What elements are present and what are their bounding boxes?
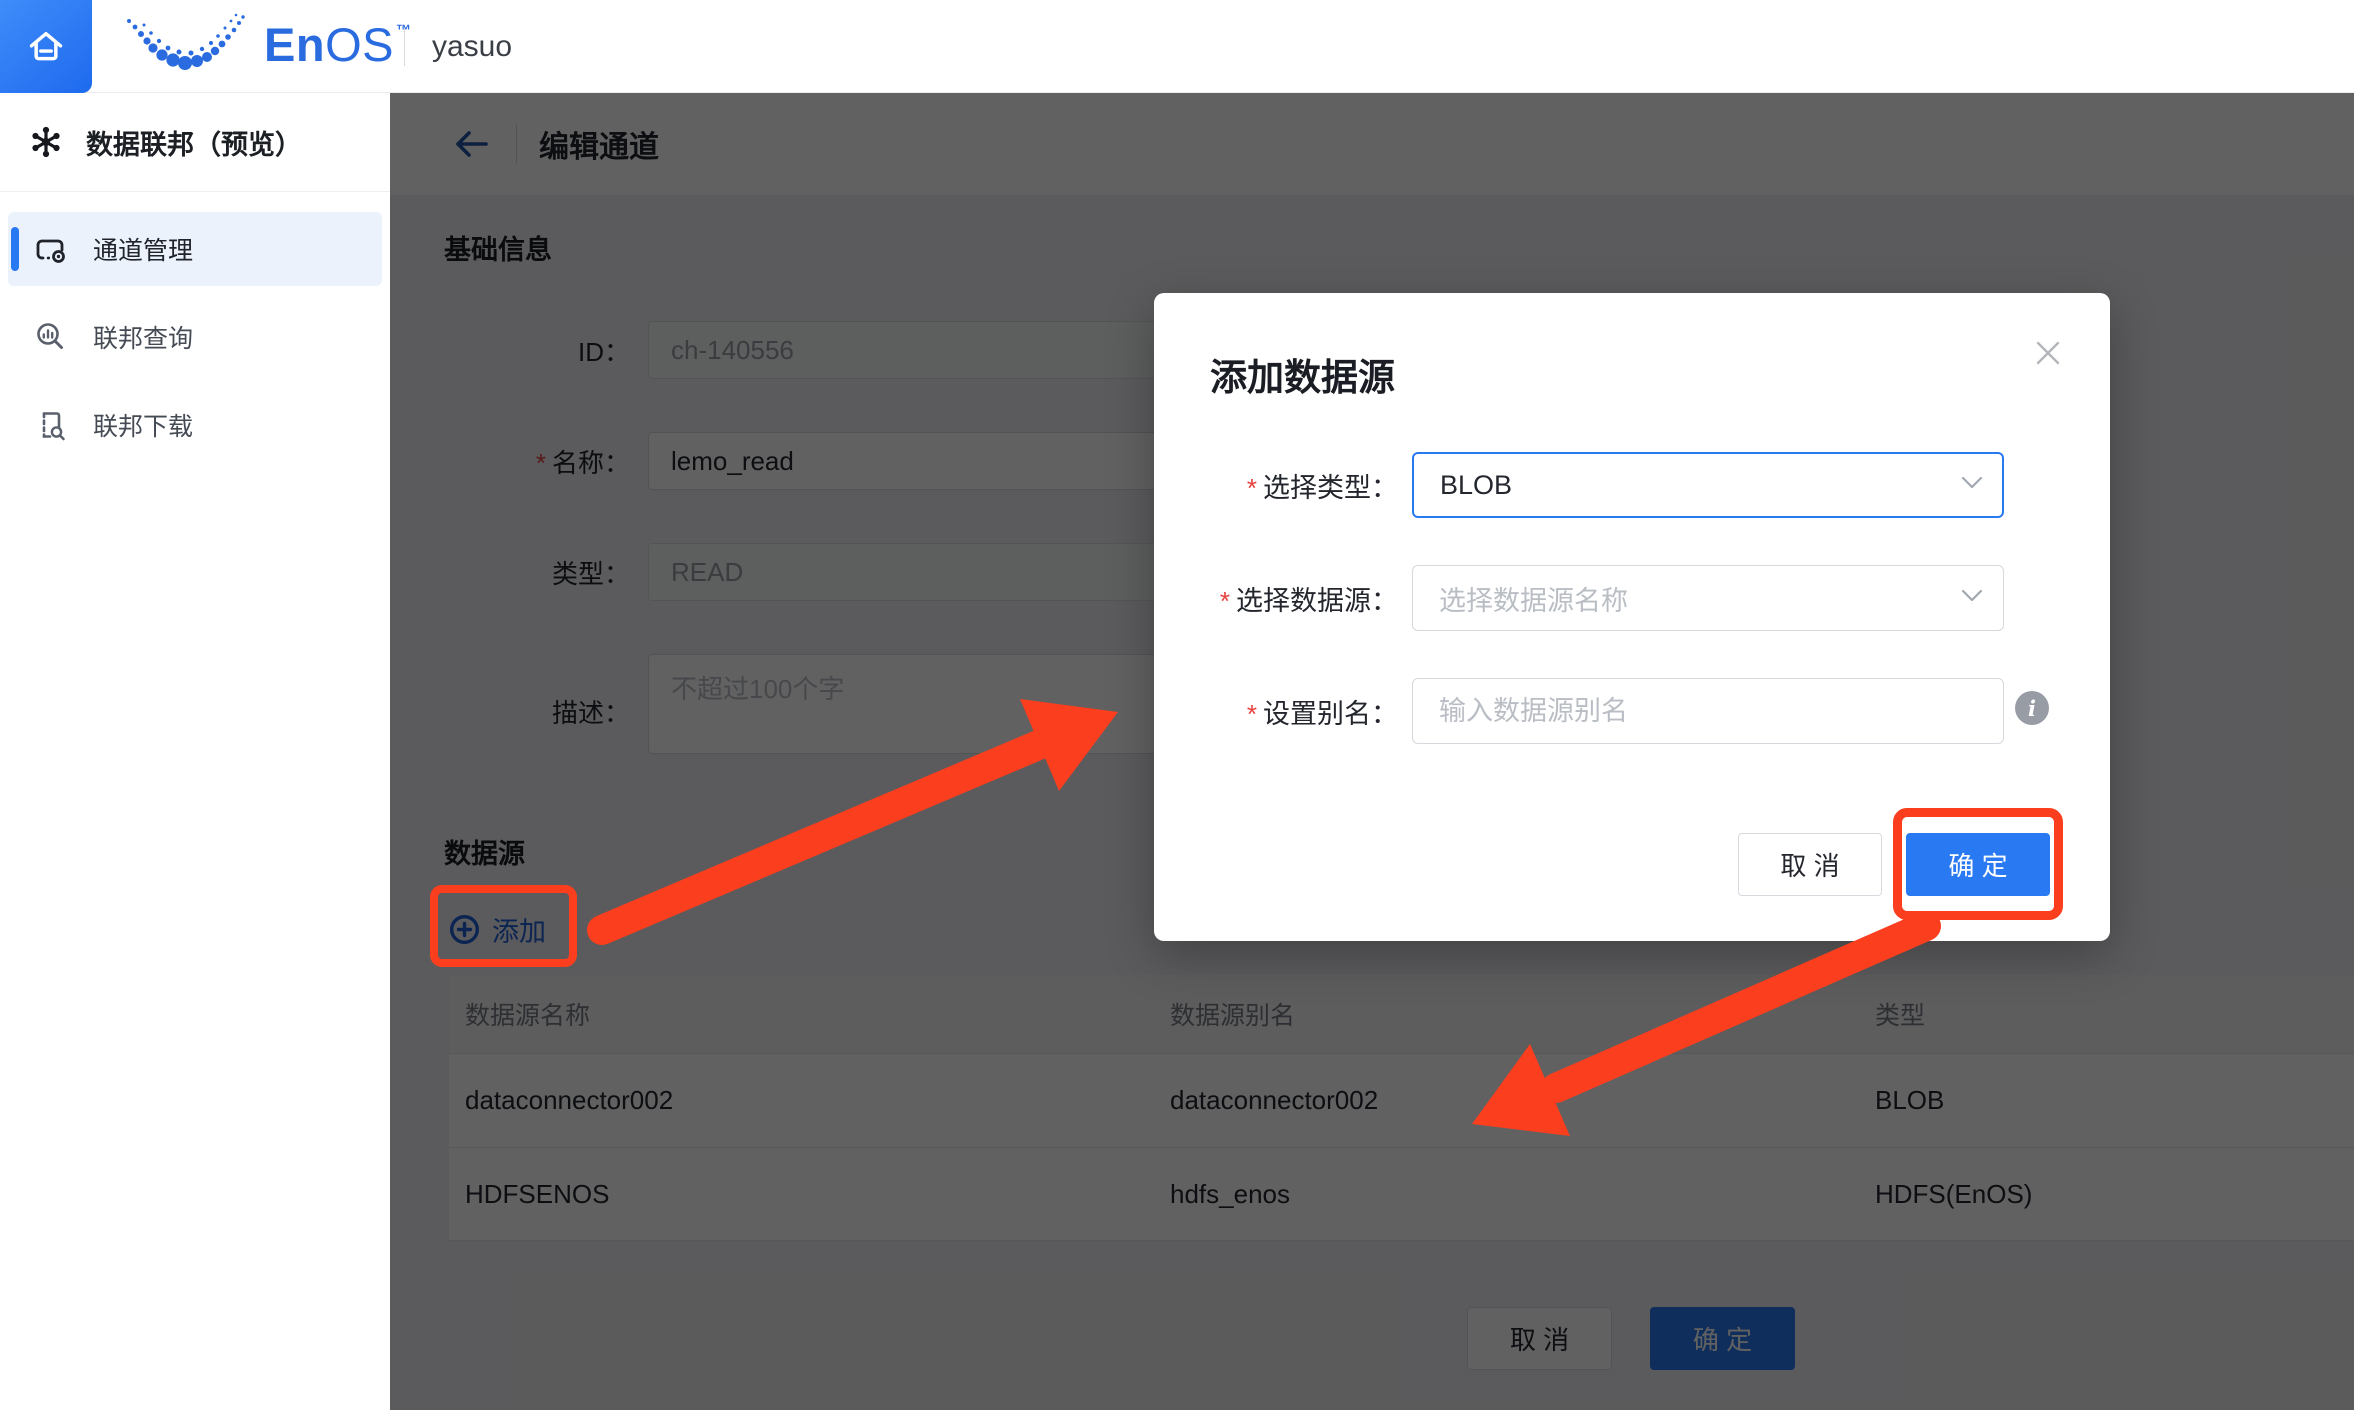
required-mark: *	[1247, 699, 1257, 729]
sidebar-item-label: 联邦查询	[93, 319, 193, 355]
type-select-value: BLOB	[1440, 470, 1512, 501]
modal-close-button[interactable]	[2030, 335, 2066, 371]
topbar: EnOS™ yasuo	[0, 0, 2354, 93]
sidebar-item-federation-query[interactable]: 联邦查询	[8, 300, 382, 374]
enos-logo-dots-icon	[122, 12, 256, 78]
modal-title: 添加数据源	[1210, 347, 1395, 401]
sidebar-item-label: 联邦下载	[93, 407, 193, 443]
sidebar: 数据联邦（预览） 通道管理	[0, 93, 390, 1410]
brand-bold: En	[264, 18, 325, 71]
close-icon	[2033, 338, 2063, 368]
info-icon[interactable]: i	[2015, 691, 2049, 725]
source-select-field: 选择数据源名称	[1412, 565, 2004, 631]
modal-row-source: *选择数据源： 选择数据源名称	[1154, 565, 2110, 631]
chevron-down-icon	[1960, 588, 1984, 604]
type-select[interactable]: BLOB	[1412, 452, 2004, 518]
channel-management-icon	[33, 232, 67, 266]
sidebar-item-federation-download[interactable]: 联邦下载	[8, 388, 382, 462]
brand-light: OS	[325, 18, 394, 71]
home-button[interactable]	[0, 0, 92, 93]
alias-input[interactable]	[1412, 678, 2004, 744]
modal-cancel-button[interactable]: 取 消	[1738, 833, 1882, 896]
sidebar-item-channel-management[interactable]: 通道管理	[8, 212, 382, 286]
federation-query-icon	[33, 320, 67, 354]
modal-confirm-button[interactable]: 确 定	[1906, 833, 2050, 896]
modal-type-label: *选择类型：	[1154, 466, 1398, 505]
sidebar-title: 数据联邦（预览）	[86, 123, 302, 162]
source-select-placeholder: 选择数据源名称	[1439, 579, 1628, 618]
topbar-divider	[404, 28, 405, 66]
required-mark: *	[1247, 473, 1257, 503]
app-window: EnOS™ yasuo 数据联邦（预览）	[0, 0, 2354, 1410]
sidebar-menu: 通道管理 联邦查询	[0, 192, 390, 462]
required-mark: *	[1220, 586, 1230, 616]
chevron-down-icon	[1960, 475, 1984, 491]
data-federation-icon	[27, 123, 65, 161]
modal-source-label: *选择数据源：	[1154, 579, 1398, 618]
type-select-field: BLOB	[1412, 452, 2004, 518]
modal-alias-label: *设置别名：	[1154, 692, 1398, 731]
federation-download-icon	[33, 408, 67, 442]
sidebar-item-label: 通道管理	[93, 231, 193, 267]
workspace-name: yasuo	[432, 30, 512, 64]
home-icon	[24, 25, 68, 69]
modal-row-type: *选择类型： BLOB	[1154, 452, 2110, 518]
modal-row-alias: *设置别名：	[1154, 678, 2110, 744]
source-select[interactable]: 选择数据源名称	[1412, 565, 2004, 631]
alias-input-field	[1412, 678, 2004, 744]
enos-logo-text: EnOS™	[264, 17, 411, 72]
sidebar-header: 数据联邦（预览）	[0, 93, 390, 192]
add-datasource-modal: 添加数据源 *选择类型： BLOB *选择数据源： 选择数据源名称	[1154, 293, 2110, 941]
